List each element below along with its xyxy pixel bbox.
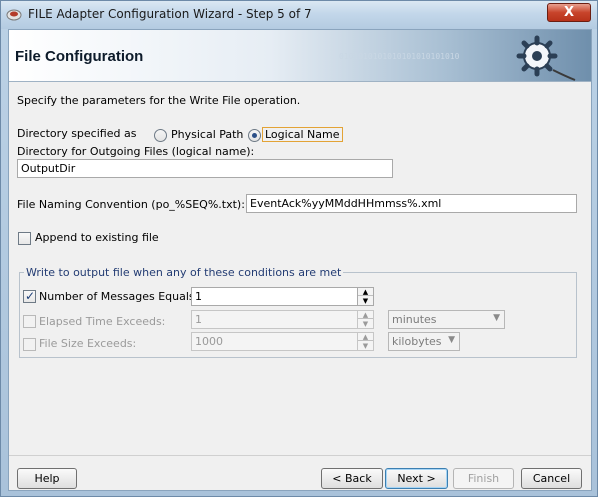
spin-down-icon[interactable]: ▼ [358, 297, 373, 305]
file-size-unit-select[interactable]: kilobytes ▼ [388, 332, 460, 351]
elapsed-time-checkbox[interactable] [23, 315, 36, 328]
title-bar[interactable]: FILE Adapter Configuration Wizard - Step… [1, 1, 597, 29]
elapsed-time-input[interactable]: 1 [191, 310, 358, 329]
logical-name-label[interactable]: Logical Name [262, 127, 343, 142]
instructions-text: Specify the parameters for the Write Fil… [17, 94, 301, 107]
num-messages-checkbox[interactable]: ✓ [23, 289, 36, 303]
file-size-label[interactable]: File Size Exceeds: [39, 337, 136, 350]
wizard-body: File Configuration 010101010101010101010… [8, 29, 592, 491]
spin-down-icon[interactable]: ▼ [358, 342, 373, 350]
naming-convention-input[interactable]: EventAck%yyMMddHHmmss%.xml [246, 194, 577, 213]
elapsed-time-label[interactable]: Elapsed Time Exceeds: [39, 315, 165, 328]
spin-up-icon[interactable]: ▲ [358, 288, 373, 296]
physical-path-radio[interactable] [154, 129, 167, 142]
oracle-adapter-icon [6, 9, 22, 21]
close-button[interactable]: X [547, 3, 591, 22]
file-size-checkbox[interactable] [23, 338, 36, 351]
spin-up-icon[interactable]: ▲ [358, 311, 373, 319]
outgoing-dir-label: Directory for Outgoing Files (logical na… [17, 145, 255, 158]
spin-up-icon[interactable]: ▲ [358, 333, 373, 341]
page-header: File Configuration 010101010101010101010… [9, 30, 591, 82]
file-size-unit-value: kilobytes [392, 335, 442, 348]
append-checkbox[interactable] [18, 232, 31, 245]
append-label[interactable]: Append to existing file [35, 231, 159, 244]
file-size-spinner[interactable]: ▲ ▼ [357, 332, 374, 351]
gear-icon [516, 35, 576, 81]
chevron-down-icon: ▼ [448, 335, 455, 345]
elapsed-time-spinner[interactable]: ▲ ▼ [357, 310, 374, 329]
physical-path-label[interactable]: Physical Path [171, 128, 243, 141]
directory-mode-label: Directory specified as [17, 127, 137, 140]
spin-down-icon[interactable]: ▼ [358, 320, 373, 328]
elapsed-unit-value: minutes [392, 313, 437, 326]
finish-button[interactable]: Finish [453, 468, 514, 489]
conditions-group-title: Write to output file when any of these c… [24, 266, 344, 279]
page-title: File Configuration [15, 48, 144, 65]
cancel-button[interactable]: Cancel [521, 468, 582, 489]
help-button[interactable]: Help [17, 468, 77, 489]
naming-convention-label: File Naming Convention (po_%SEQ%.txt): [17, 198, 245, 211]
elapsed-unit-select[interactable]: minutes ▼ [388, 310, 505, 329]
chevron-down-icon: ▼ [493, 313, 500, 323]
checkmark-icon: ✓ [25, 289, 36, 303]
back-button[interactable]: < Back [321, 468, 383, 489]
window-title: FILE Adapter Configuration Wizard - Step… [28, 7, 312, 21]
num-messages-input[interactable]: 1 [191, 287, 358, 306]
file-size-input[interactable]: 1000 [191, 332, 358, 351]
logical-name-radio[interactable] [248, 129, 261, 142]
num-messages-label[interactable]: Number of Messages Equals: [39, 290, 198, 303]
num-messages-spinner[interactable]: ▲ ▼ [357, 287, 374, 306]
button-bar-divider [9, 455, 591, 456]
header-binary-decoration: 0101010101010101010101010 [339, 52, 460, 61]
outgoing-dir-input[interactable]: OutputDir [17, 159, 393, 178]
next-button[interactable]: Next > [385, 468, 448, 489]
wizard-window: FILE Adapter Configuration Wizard - Step… [0, 0, 598, 497]
